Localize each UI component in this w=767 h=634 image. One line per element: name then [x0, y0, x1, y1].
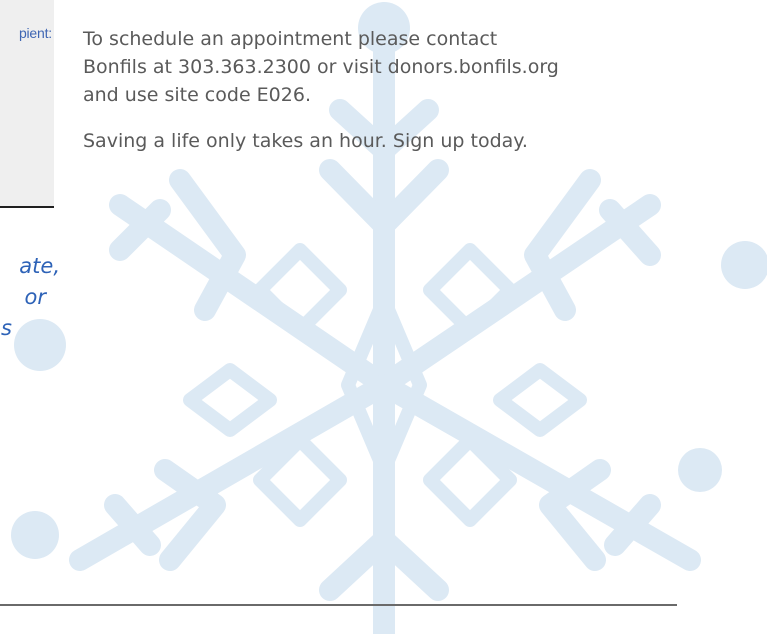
appointment-line: and use site code E026. — [83, 84, 311, 106]
left-panel-label: pient: — [18, 25, 52, 41]
left-italic-line: s — [1, 316, 12, 340]
call-to-action: Saving a life only takes an hour. Sign u… — [83, 130, 528, 152]
left-italic-line: or — [24, 285, 46, 309]
appointment-info: To schedule an appointment please contac… — [83, 25, 733, 173]
page: pient: ate, or s To schedule an appointm… — [0, 0, 767, 634]
left-italic-text: ate, or s — [0, 236, 60, 356]
left-italic-line: ate, — [19, 254, 60, 278]
appointment-line: To schedule an appointment please contac… — [83, 28, 498, 50]
footer-divider — [0, 604, 677, 606]
appointment-line: Bonfils at 303.363.2300 or visit donors.… — [83, 56, 559, 78]
left-panel: pient: — [0, 0, 54, 208]
appointment-paragraph: To schedule an appointment please contac… — [83, 25, 733, 109]
